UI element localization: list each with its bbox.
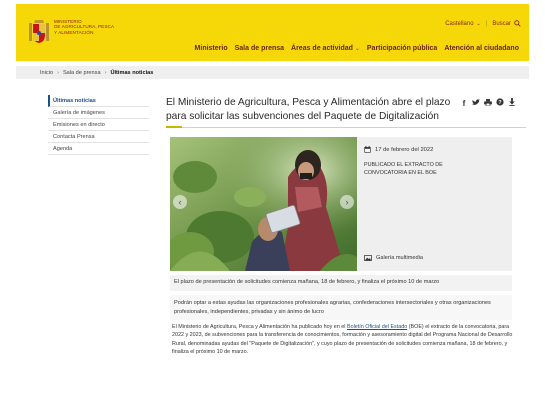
- sidebar-item-emisiones-en-directo[interactable]: Emisiones en directo: [48, 119, 149, 131]
- next-image-button[interactable]: ›: [340, 195, 354, 209]
- article-info-panel: 17 de febrero del 2022 PUBLICADO EL EXTR…: [357, 137, 512, 271]
- sidebar-item-ultimas-noticias[interactable]: Últimas noticias: [48, 95, 149, 107]
- title-divider: [166, 127, 526, 128]
- date-text: 17 de febrero del 2022: [375, 146, 434, 153]
- chevron-right-icon: ›: [104, 69, 107, 76]
- main-navigation: Ministerio Sala de prensa Áreas de activ…: [195, 45, 519, 52]
- search-button[interactable]: Buscar: [492, 20, 521, 27]
- sidebar-item-contacta-prensa[interactable]: Contacta Prensa: [48, 131, 149, 143]
- language-label: Castellano: [445, 20, 474, 27]
- breadcrumb: Inicio › Sala de prensa › Últimas notici…: [16, 66, 529, 79]
- published-note: PUBLICADO EL EXTRACTO DE CONVOCATORIA EN…: [364, 162, 443, 176]
- gallery-link[interactable]: Galería multimedia: [364, 255, 423, 261]
- chevron-down-icon: ⌄: [354, 46, 360, 52]
- article-body: El Ministerio de Agricultura, Pesca y Al…: [170, 323, 515, 356]
- chevron-down-icon: ⌄: [476, 20, 481, 27]
- boe-link[interactable]: Boletín Oficial del Estado: [347, 324, 407, 330]
- chevron-right-icon: ›: [57, 69, 59, 76]
- twitter-icon[interactable]: [472, 98, 480, 108]
- nav-item-label: Áreas de actividad: [291, 45, 353, 52]
- gallery-label: Galería multimedia: [376, 255, 423, 261]
- previous-image-button[interactable]: ‹: [173, 195, 187, 209]
- search-icon: [514, 20, 521, 27]
- ministry-name: Ministerio de Agricultura, Pesca y Alime…: [54, 19, 114, 35]
- download-icon[interactable]: [508, 98, 516, 108]
- site-header: Ministerio de Agricultura, Pesca y Alime…: [16, 4, 529, 61]
- photo-caption: El plazo de presentación de solicitudes …: [170, 275, 512, 291]
- nav-item-participacion-publica[interactable]: Participación pública: [367, 45, 437, 52]
- utility-divider: |: [485, 20, 488, 27]
- share-toolbar: f ?: [460, 98, 516, 108]
- calendar-icon: [364, 146, 371, 153]
- ministry-logo[interactable]: Ministerio de Agricultura, Pesca y Alime…: [28, 17, 148, 47]
- article-photo: ‹ ›: [170, 137, 357, 271]
- title-accent: [166, 126, 182, 128]
- breadcrumb-sala-de-prensa[interactable]: Sala de prensa: [63, 70, 101, 76]
- utility-bar: Castellano ⌄ | Buscar: [445, 20, 521, 27]
- nav-item-sala-de-prensa[interactable]: Sala de prensa: [235, 45, 284, 52]
- facebook-icon[interactable]: f: [460, 99, 468, 108]
- article-title: El Ministerio de Agricultura, Pesca y Al…: [166, 97, 451, 122]
- nav-item-ministerio[interactable]: Ministerio: [195, 45, 228, 52]
- section-sidebar: Últimas noticias Galería de imágenes Emi…: [48, 95, 149, 155]
- help-icon[interactable]: ?: [496, 98, 504, 108]
- sidebar-item-agenda[interactable]: Agenda: [48, 143, 149, 155]
- article-lead: Podrán optar a estas ayudas las organiza…: [170, 295, 512, 320]
- farmers-tablet-image: [170, 137, 357, 271]
- publication-date: 17 de febrero del 2022: [364, 146, 433, 153]
- search-label: Buscar: [492, 20, 511, 27]
- language-selector[interactable]: Castellano ⌄: [445, 21, 481, 27]
- nav-item-atencion-al-ciudadano[interactable]: Atención al ciudadano: [444, 45, 519, 52]
- nav-item-areas-de-actividad[interactable]: Áreas de actividad ⌄: [291, 45, 360, 52]
- image-gallery-icon: [364, 255, 372, 261]
- print-icon[interactable]: [484, 98, 492, 108]
- sidebar-item-galeria-de-imagenes[interactable]: Galería de imágenes: [48, 107, 149, 119]
- ministry-line-3: y Alimentación: [54, 29, 94, 35]
- body-text-start: El Ministerio de Agricultura, Pesca y Al…: [172, 324, 347, 330]
- breadcrumb-home[interactable]: Inicio: [40, 70, 53, 76]
- svg-text:?: ?: [498, 100, 502, 106]
- coat-of-arms-icon: [29, 20, 49, 43]
- breadcrumb-current: Últimas noticias: [110, 69, 154, 76]
